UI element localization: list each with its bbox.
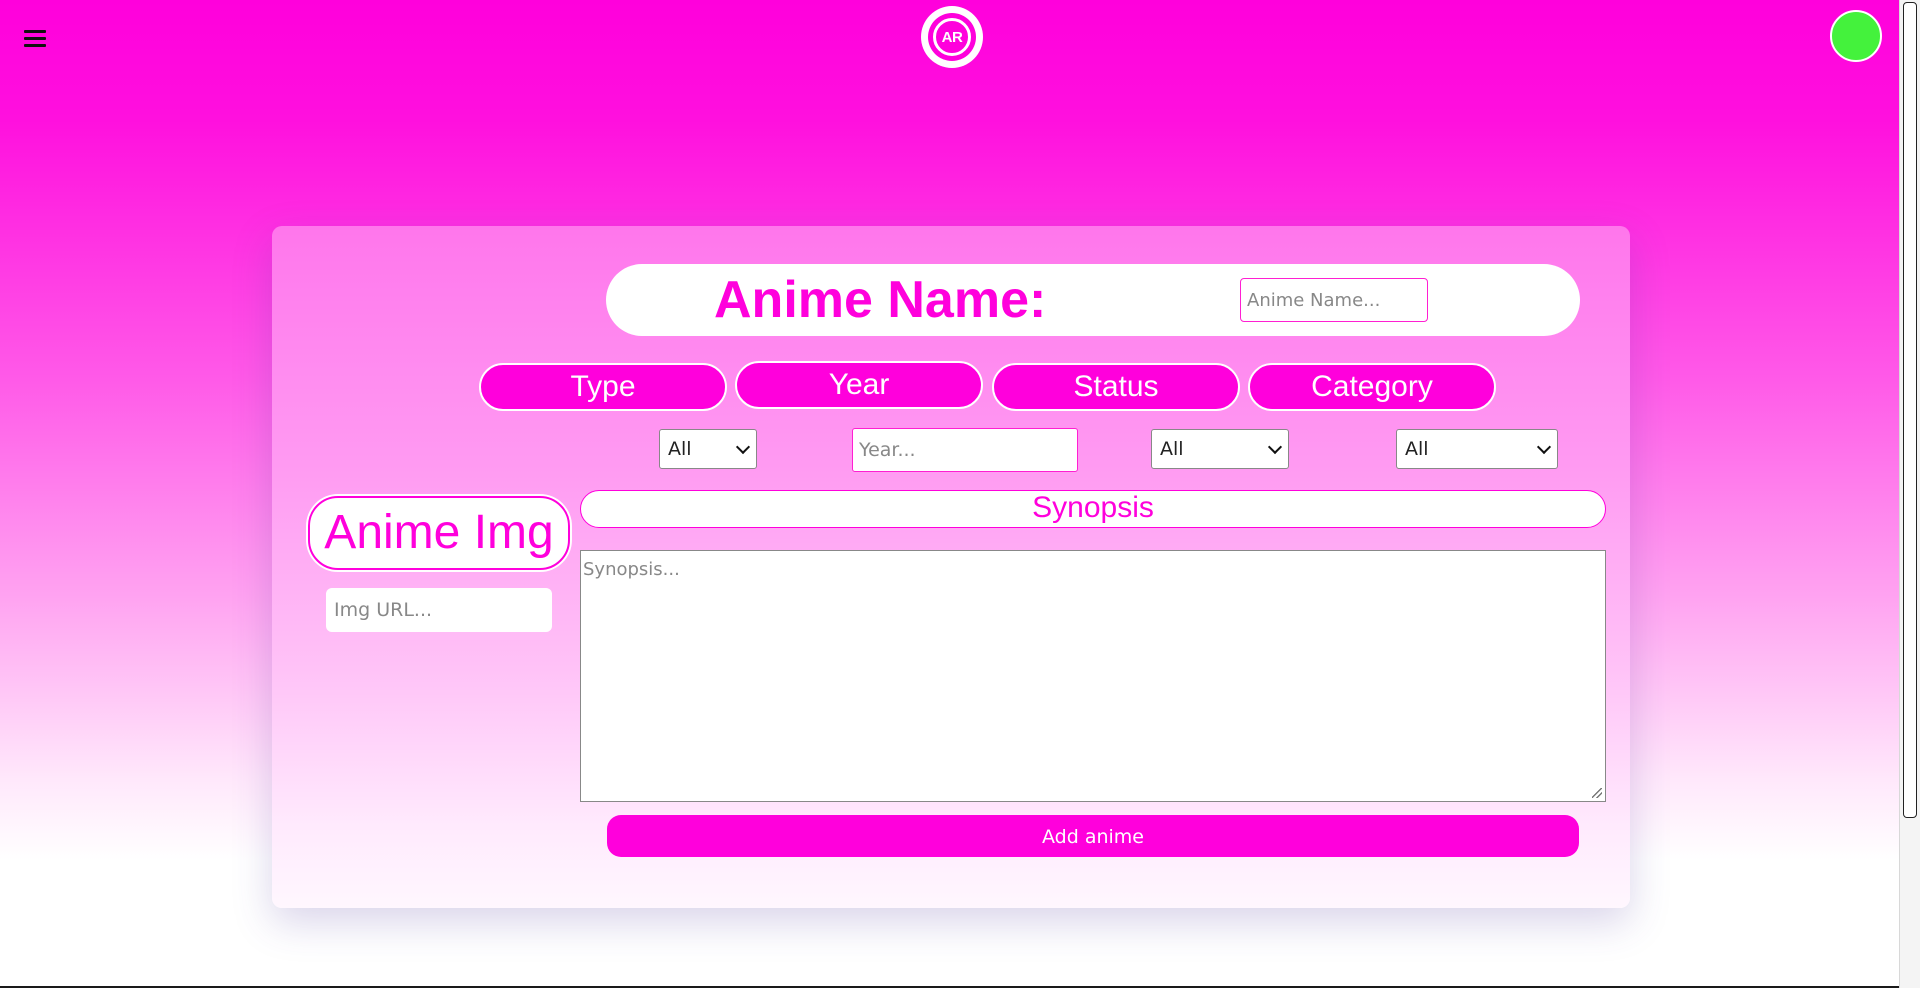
anime-name-input[interactable]	[1240, 278, 1428, 322]
logo-text: AR	[933, 18, 971, 56]
add-anime-button[interactable]: Add anime	[607, 815, 1579, 857]
scrollbar-thumb[interactable]	[1903, 2, 1917, 818]
type-label: Type	[479, 363, 727, 411]
category-select[interactable]: All	[1396, 429, 1558, 469]
status-label: Status	[992, 363, 1240, 411]
logo-inner: AR	[928, 13, 976, 61]
year-input[interactable]	[852, 428, 1078, 472]
avatar[interactable]	[1830, 10, 1882, 62]
menu-bar-icon	[24, 30, 46, 33]
category-label: Category	[1248, 363, 1496, 411]
type-select-value: All	[668, 438, 692, 460]
type-select[interactable]: All	[659, 429, 757, 469]
menu-bar-icon	[24, 44, 46, 47]
status-select[interactable]: All	[1151, 429, 1289, 469]
add-anime-card: Anime Name: Type Year Status Category Al…	[272, 226, 1630, 908]
chevron-down-icon	[1267, 439, 1283, 455]
synopsis-textarea[interactable]	[580, 550, 1606, 802]
logo[interactable]: AR	[921, 6, 983, 68]
anime-img-label: Anime Img	[308, 496, 570, 570]
chevron-down-icon	[1536, 439, 1552, 455]
year-label: Year	[735, 361, 983, 409]
hamburger-menu-icon[interactable]	[24, 30, 46, 50]
status-select-value: All	[1160, 438, 1184, 460]
scrollbar[interactable]	[1899, 0, 1920, 988]
anime-name-bar: Anime Name:	[606, 264, 1580, 336]
chevron-down-icon	[735, 439, 751, 455]
category-select-value: All	[1405, 438, 1429, 460]
synopsis-label: Synopsis	[580, 490, 1606, 528]
img-url-input[interactable]	[326, 588, 552, 632]
resize-handle-icon[interactable]	[1592, 788, 1602, 798]
anime-name-label: Anime Name:	[714, 271, 1047, 329]
menu-bar-icon	[24, 37, 46, 40]
